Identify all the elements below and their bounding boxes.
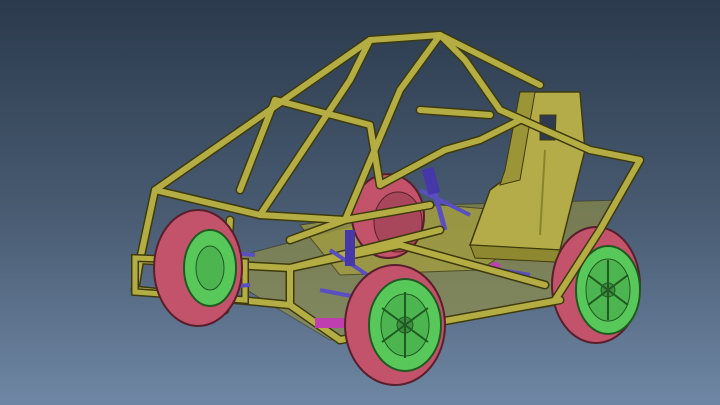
cad-3d-viewport[interactable] [0, 0, 720, 405]
buggy-model[interactable] [0, 0, 720, 405]
front-left-wheel[interactable] [153, 209, 243, 327]
front-right-wheel[interactable] [344, 264, 446, 386]
